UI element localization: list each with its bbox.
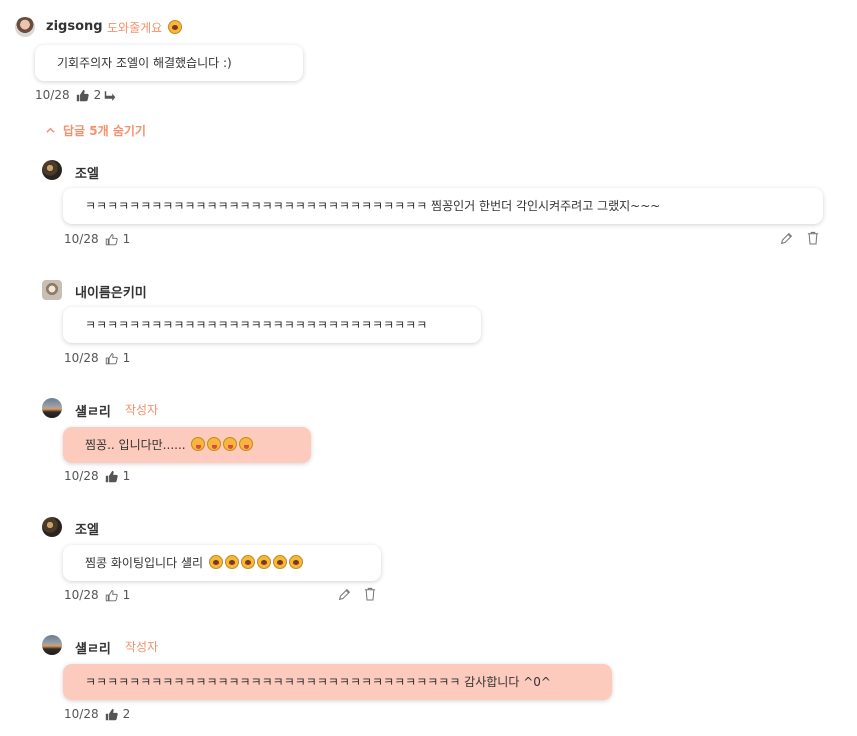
reply-text: ㅋㅋㅋㅋㅋㅋㅋㅋㅋㅋㅋㅋㅋㅋㅋㅋㅋㅋㅋㅋㅋㅋㅋㅋㅋㅋㅋㅋㅋㅋㅋㅋㅋㅋ 감사합니다… [85,675,551,689]
like-count: 2 [93,88,102,102]
tongue-emoji-icon [207,437,222,451]
tongue-emoji-icon [223,437,238,451]
reply-date: 10/28 [64,232,99,246]
reply-author[interactable]: 섈ㄹ리 [75,401,111,420]
reply-meta: 10/28 2 [64,707,130,721]
avatar[interactable] [42,398,62,418]
like-button[interactable]: 1 [105,232,131,246]
avatar[interactable] [15,17,35,37]
reply-bubble: 찜꽁.. 입니다만...... [63,427,311,463]
like-button[interactable]: 1 [105,469,131,483]
like-button[interactable]: 1 [105,588,131,602]
reply-date: 10/28 [64,469,99,483]
thumbs-up-outline-icon [105,589,118,601]
reply-bubble: ㅋㅋㅋㅋㅋㅋㅋㅋㅋㅋㅋㅋㅋㅋㅋㅋㅋㅋㅋㅋㅋㅋㅋㅋㅋㅋㅋㅋㅋㅋㅋ 찜꽁인거 한번더… [63,188,823,224]
thumbs-up-icon [105,708,118,720]
reply-author[interactable]: 조엘 [75,163,99,182]
pencil-icon[interactable] [780,232,793,245]
reply-arrow-icon[interactable] [104,89,116,101]
reply-meta: 10/28 1 [64,232,130,246]
like-button[interactable]: 2 [105,707,131,721]
like-count: 2 [122,707,131,721]
reply-author[interactable]: 섈ㄹ리 [75,638,111,657]
author-badge: 작성자 [125,640,159,654]
tongue-emoji-icon [191,437,206,451]
reply-bubble: 찜콩 화이팅입니다 섈리 [63,545,381,581]
hands-emoji-icon [168,20,183,34]
thumbs-up-outline-icon [105,233,118,245]
hands-emoji-icon [272,555,287,569]
like-count: 1 [122,469,131,483]
pencil-icon[interactable] [338,588,351,601]
reply-meta: 10/28 1 [64,588,130,602]
reply-text: 찜콩 화이팅입니다 섈리 [85,556,204,570]
like-count: 1 [122,351,131,365]
reply-text: 찜꽁.. 입니다만...... [85,438,186,452]
reply-text: ㅋㅋㅋㅋㅋㅋㅋㅋㅋㅋㅋㅋㅋㅋㅋㅋㅋㅋㅋㅋㅋㅋㅋㅋㅋㅋㅋㅋㅋㅋㅋ [85,318,428,332]
reply-text: ㅋㅋㅋㅋㅋㅋㅋㅋㅋㅋㅋㅋㅋㅋㅋㅋㅋㅋㅋㅋㅋㅋㅋㅋㅋㅋㅋㅋㅋㅋㅋ 찜꽁인거 한번더… [85,199,661,213]
hands-emoji-icon [288,555,303,569]
comment-bubble: 기회주의자 조엘이 해결했습니다 :) [35,45,303,81]
like-button[interactable]: 2 [76,88,102,102]
hide-replies-toggle[interactable]: 답글 5개 숨기기 [46,122,146,139]
trash-icon[interactable] [364,587,376,601]
reply-date: 10/28 [64,588,99,602]
comment-date: 10/28 [35,88,70,102]
chevron-up-icon [46,127,55,133]
reply-bubble: ㅋㅋㅋㅋㅋㅋㅋㅋㅋㅋㅋㅋㅋㅋㅋㅋㅋㅋㅋㅋㅋㅋㅋㅋㅋㅋㅋㅋㅋㅋㅋ [63,307,481,343]
comment-meta: 10/28 2 [35,88,116,102]
hands-emoji-icon [256,555,271,569]
hide-replies-label: 답글 5개 숨기기 [63,124,146,138]
avatar[interactable] [42,280,62,300]
reply-date: 10/28 [64,351,99,365]
author-tag-label: 도와줄게요 [107,21,163,35]
avatar[interactable] [42,517,62,537]
reply-date: 10/28 [64,707,99,721]
author-tag: 도와줄게요 [107,19,183,36]
reply-author[interactable]: 조엘 [75,519,99,538]
reply-meta: 10/28 1 [64,351,130,365]
hands-emoji-icon [208,555,223,569]
hands-emoji-icon [240,555,255,569]
thumbs-up-icon [105,470,118,482]
avatar[interactable] [42,635,62,655]
reply-bubble: ㅋㅋㅋㅋㅋㅋㅋㅋㅋㅋㅋㅋㅋㅋㅋㅋㅋㅋㅋㅋㅋㅋㅋㅋㅋㅋㅋㅋㅋㅋㅋㅋㅋㅋ 감사합니다… [63,664,612,700]
comment-text: 기회주의자 조엘이 해결했습니다 :) [57,56,232,70]
hands-emoji-icon [224,555,239,569]
comment-author[interactable]: zigsong [46,19,103,34]
like-count: 1 [122,588,131,602]
thumbs-up-icon [76,89,89,101]
reply-meta: 10/28 1 [64,469,130,483]
tongue-emoji-icon [239,437,254,451]
author-badge: 작성자 [125,403,159,417]
like-count: 1 [122,232,131,246]
like-button[interactable]: 1 [105,351,131,365]
trash-icon[interactable] [807,231,819,245]
thumbs-up-outline-icon [105,352,118,364]
reply-author[interactable]: 내이름은키미 [75,282,147,301]
avatar[interactable] [42,160,62,180]
